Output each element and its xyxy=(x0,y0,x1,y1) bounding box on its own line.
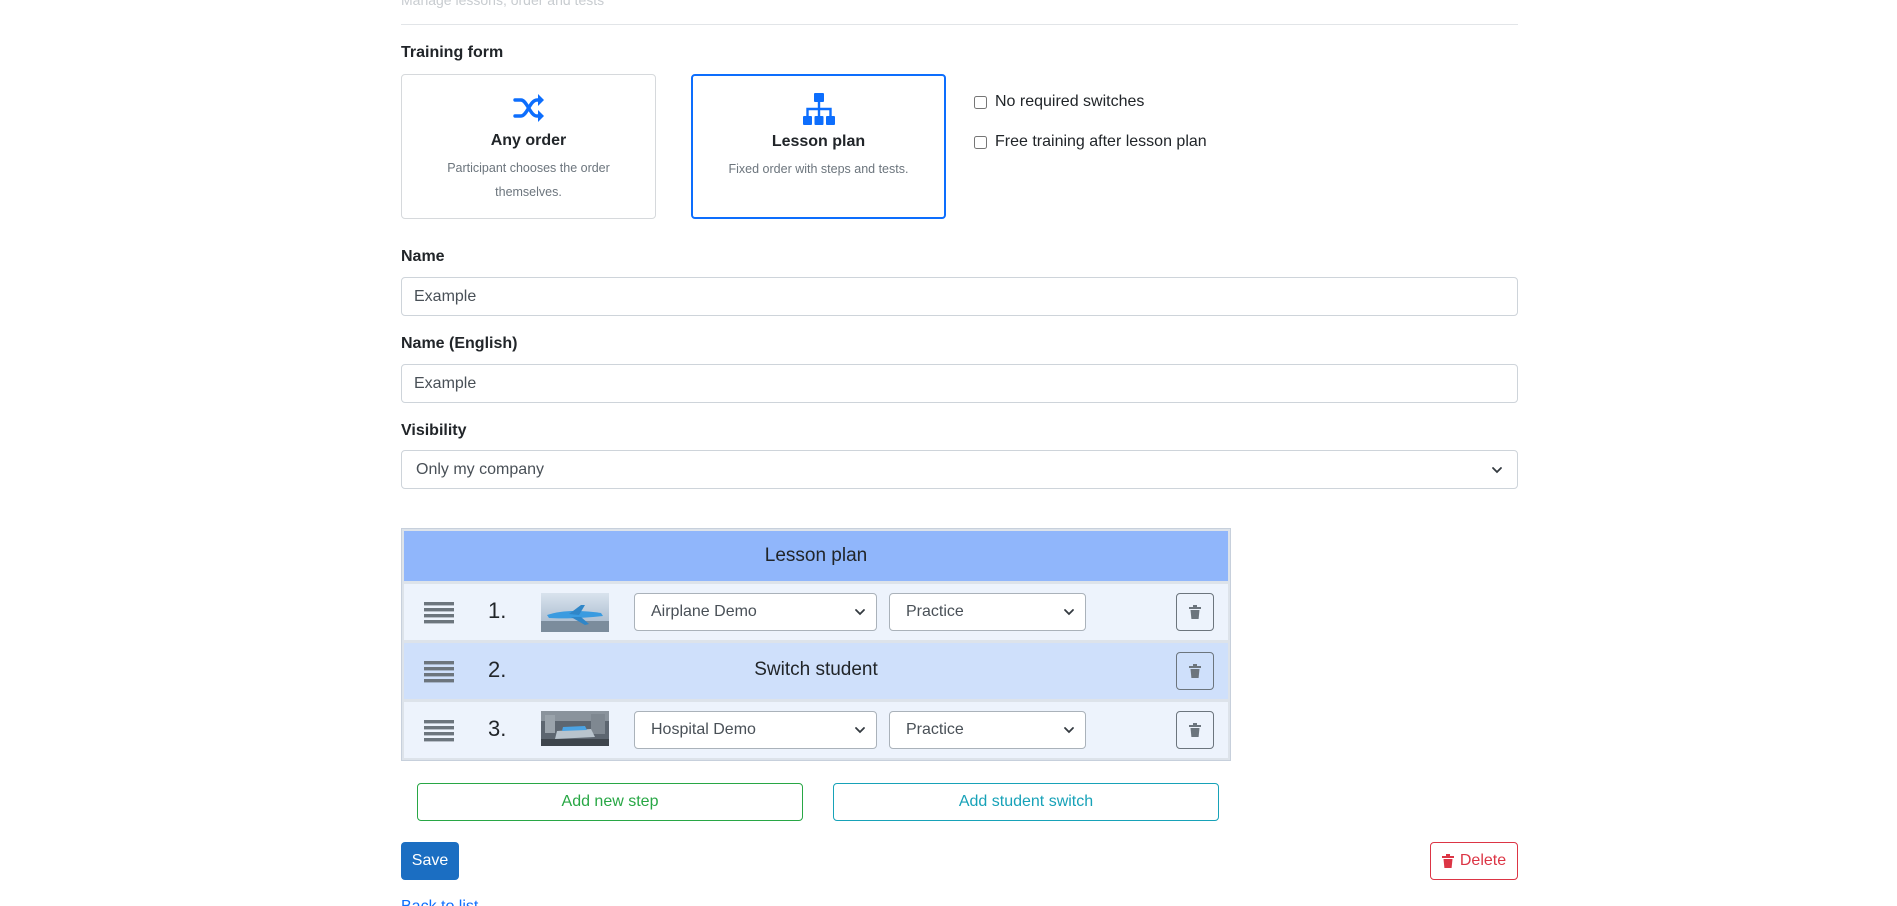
step-number: 3. xyxy=(488,716,507,741)
switch-student-label: Switch student xyxy=(754,659,878,680)
sitemap-icon xyxy=(802,93,835,125)
name-label: Name xyxy=(401,248,445,265)
lesson-plan-header: Lesson plan xyxy=(404,531,1228,581)
no-required-switches-checkbox-row[interactable]: No required switches xyxy=(974,93,1144,111)
delete-row-button[interactable] xyxy=(1176,652,1214,690)
trash-icon xyxy=(1189,664,1201,678)
trash-icon xyxy=(1189,605,1201,619)
chevron-down-icon xyxy=(855,727,865,734)
scenario-select[interactable]: Hospital Demo xyxy=(634,711,877,749)
delete-button-label: Delete xyxy=(1459,852,1507,869)
faded-header-text: Manage lessons, order and tests xyxy=(401,0,605,8)
visibility-selected-value: Only my company xyxy=(416,460,545,478)
visibility-label: Visibility xyxy=(401,422,467,439)
step-number: 1. xyxy=(488,598,507,623)
chevron-down-icon xyxy=(1064,609,1074,616)
airplane-thumbnail xyxy=(541,593,609,632)
training-form-label: Training form xyxy=(401,44,504,61)
add-student-switch-button[interactable]: Add student switch xyxy=(833,783,1219,821)
scenario-select[interactable]: Airplane Demo xyxy=(634,593,877,631)
visibility-select[interactable]: Only my company xyxy=(401,450,1518,489)
name-english-label: Name (English) xyxy=(401,335,518,352)
delete-row-button[interactable] xyxy=(1176,711,1214,749)
scenario-selected-value: Airplane Demo xyxy=(651,603,757,620)
mode-selected-value: Practice xyxy=(906,721,964,738)
lesson-plan-title: Lesson plan xyxy=(771,133,866,150)
trash-icon xyxy=(1189,723,1201,737)
name-english-input[interactable] xyxy=(401,364,1518,403)
chevron-down-icon xyxy=(855,609,865,616)
lesson-plan-table: Lesson plan 1. Airplane Demo Practice 2.… xyxy=(401,528,1231,761)
free-training-checkbox-row[interactable]: Free training after lesson plan xyxy=(974,133,1207,151)
mode-select[interactable]: Practice xyxy=(889,711,1086,749)
save-button[interactable]: Save xyxy=(401,842,459,880)
mode-selected-value: Practice xyxy=(906,603,964,620)
free-training-label: Free training after lesson plan xyxy=(995,133,1207,150)
hospital-thumbnail xyxy=(541,711,609,746)
trash-icon xyxy=(1441,854,1454,868)
no-required-switches-checkbox[interactable] xyxy=(974,95,987,109)
shuffle-icon xyxy=(512,94,544,122)
any-order-description: Participant chooses the order themselves… xyxy=(447,161,610,199)
scenario-selected-value: Hospital Demo xyxy=(651,721,756,738)
drag-handle-icon[interactable] xyxy=(424,602,454,624)
chevron-down-icon xyxy=(1492,466,1502,473)
lesson-plan-row: 1. Airplane Demo Practice xyxy=(404,584,1228,640)
no-required-switches-label: No required switches xyxy=(995,93,1145,110)
delete-row-button[interactable] xyxy=(1176,593,1214,631)
any-order-title: Any order xyxy=(490,132,567,149)
training-form-any-order-card[interactable]: Any order Participant chooses the order … xyxy=(401,74,656,219)
lesson-plan-row: 3. Hospital Demo Practice xyxy=(404,702,1228,758)
mode-select[interactable]: Practice xyxy=(889,593,1086,631)
chevron-down-icon xyxy=(1064,727,1074,734)
free-training-after-plan-checkbox[interactable] xyxy=(974,135,987,149)
back-to-list-link[interactable]: Back to list xyxy=(401,898,478,906)
training-form-lesson-plan-card[interactable]: Lesson plan Fixed order with steps and t… xyxy=(691,74,946,219)
name-input[interactable] xyxy=(401,277,1518,316)
lesson-plan-description: Fixed order with steps and tests. xyxy=(728,162,909,176)
drag-handle-icon[interactable] xyxy=(424,720,454,742)
delete-button[interactable]: Delete xyxy=(1430,842,1518,880)
add-new-step-button[interactable]: Add new step xyxy=(417,783,803,821)
lesson-plan-row: 2. Switch student xyxy=(404,643,1228,699)
header-divider xyxy=(401,24,1518,25)
page: Manage lessons, order and tests Training… xyxy=(0,0,1897,906)
